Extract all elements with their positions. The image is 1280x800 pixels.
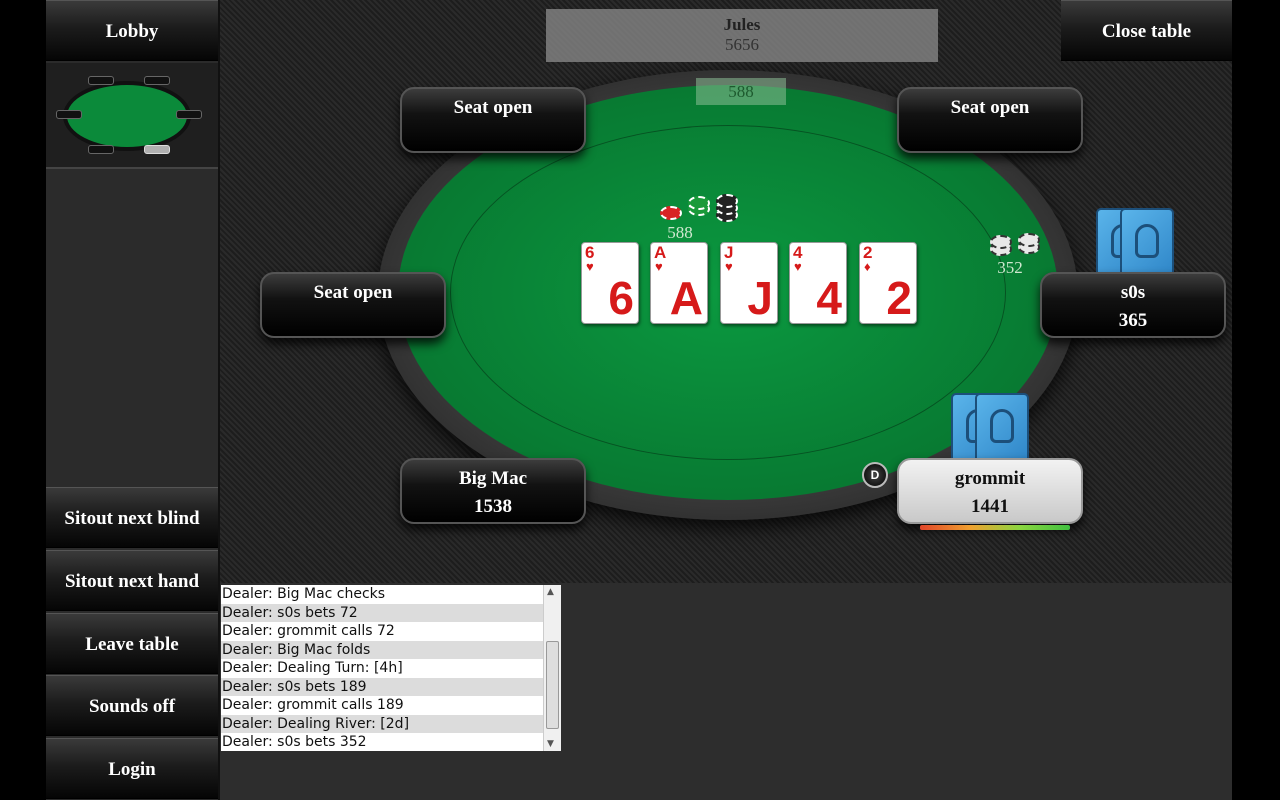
log-entry: Dealer: s0s bets 189 [221, 677, 543, 696]
lobby-button[interactable]: Lobby [46, 0, 218, 61]
board-card: 6 ♥ 6 [581, 242, 639, 324]
poker-table-area: Jules 5656 588 Seat open Seat open Seat … [220, 0, 1232, 583]
player-stack: 1441 [971, 496, 1009, 517]
chip-icon [1018, 233, 1040, 247]
log-entry: Dealer: s0s bets 72 [221, 603, 543, 622]
sidebar: Lobby Sitout next blind Sitout next hand… [46, 0, 220, 800]
minimap-seat [144, 76, 170, 85]
minimap-seat-current [144, 145, 170, 154]
heart-icon: ♥ [586, 259, 594, 274]
log-entry: Dealer: Big Mac checks [222, 586, 386, 602]
player-seat-s0s[interactable]: s0s 365 [1040, 272, 1226, 338]
player-seat-top[interactable]: Jules 5656 [546, 9, 938, 62]
chip-icon [990, 235, 1012, 249]
seat-open-left[interactable]: Seat open [260, 272, 446, 338]
spade-icon [990, 409, 1014, 443]
player-name: Jules [723, 15, 761, 34]
chip-icon [688, 196, 710, 210]
log-rows: Dealer: Big Mac checks Dealer: s0s bets … [221, 585, 561, 751]
action-timer-bar [920, 525, 1070, 530]
log-entry: Dealer: grommit calls 189 [222, 697, 404, 713]
scroll-thumb[interactable] [546, 641, 559, 729]
player-seat-big-mac[interactable]: Big Mac 1538 [400, 458, 586, 524]
player-stack: 5656 [725, 35, 759, 54]
player-name: grommit [954, 468, 1026, 489]
sounds-toggle-button[interactable]: Sounds off [46, 675, 218, 736]
player-stack: 1538 [474, 496, 512, 517]
log-entry: Dealer: Dealing River: [2d] [221, 714, 543, 733]
table-minimap[interactable] [46, 63, 218, 169]
login-button[interactable]: Login [46, 738, 218, 799]
close-table-button[interactable]: Close table [1061, 0, 1232, 61]
chip-icon [660, 206, 682, 220]
right-border [1232, 0, 1280, 800]
board-card: 4 ♥ 4 [789, 242, 847, 324]
dealer-log[interactable]: Dealer: Big Mac checks Dealer: s0s bets … [221, 585, 561, 751]
scroll-up-icon[interactable]: ▲ [547, 587, 554, 597]
player-seat-grommit[interactable]: grommit 1441 [897, 458, 1083, 524]
heart-icon: ♥ [794, 259, 802, 274]
minimap-seat [88, 145, 114, 154]
heart-icon: ♥ [655, 259, 663, 274]
player-name: Big Mac [458, 468, 528, 489]
seat-label: Seat open [453, 97, 533, 118]
sitout-next-hand-button[interactable]: Sitout next hand [46, 550, 218, 611]
card-rank-large: 2 [886, 272, 912, 324]
card-back [975, 393, 1029, 463]
diamond-icon: ♦ [864, 259, 871, 274]
card-rank-large: J [747, 272, 773, 324]
player-name: s0s [1120, 282, 1146, 303]
pot-total: 588 [696, 78, 786, 105]
sitout-next-blind-button[interactable]: Sitout next blind [46, 487, 218, 548]
card-rank-large: A [669, 272, 703, 324]
log-entry: Dealer: Dealing Turn: [4h] [222, 660, 403, 676]
pot-chip-amount: 588 [667, 223, 693, 242]
log-entry: Dealer: s0s bets 352 [222, 734, 367, 750]
card-rank-large: 4 [816, 272, 842, 324]
player-stack: 365 [1118, 310, 1148, 331]
board-card: 2 ♦ 2 [859, 242, 917, 324]
seat-open-top-right[interactable]: Seat open [897, 87, 1083, 153]
bet-amount-s0s: 352 [997, 258, 1023, 277]
chip-icon [716, 194, 738, 208]
scroll-down-icon[interactable]: ▼ [547, 739, 554, 749]
board-card: A ♥ A [650, 242, 708, 324]
minimap-table [63, 81, 191, 151]
seat-label: Seat open [313, 282, 393, 303]
spade-icon [1135, 224, 1159, 258]
heart-icon: ♥ [725, 259, 733, 274]
dealer-button: D [862, 462, 888, 488]
seat-label: Seat open [950, 97, 1030, 118]
minimap-seat [176, 110, 202, 119]
leave-table-button[interactable]: Leave table [46, 613, 218, 674]
board-card: J ♥ J [720, 242, 778, 324]
card-rank-large: 6 [608, 272, 634, 324]
minimap-seat [56, 110, 82, 119]
log-scrollbar[interactable]: ▲ ▼ [543, 585, 561, 751]
card-back [1120, 208, 1174, 278]
minimap-seat [88, 76, 114, 85]
log-entry: Dealer: grommit calls 72 [222, 623, 395, 639]
seat-open-top-left[interactable]: Seat open [400, 87, 586, 153]
log-entry: Dealer: Big Mac folds [221, 640, 543, 659]
